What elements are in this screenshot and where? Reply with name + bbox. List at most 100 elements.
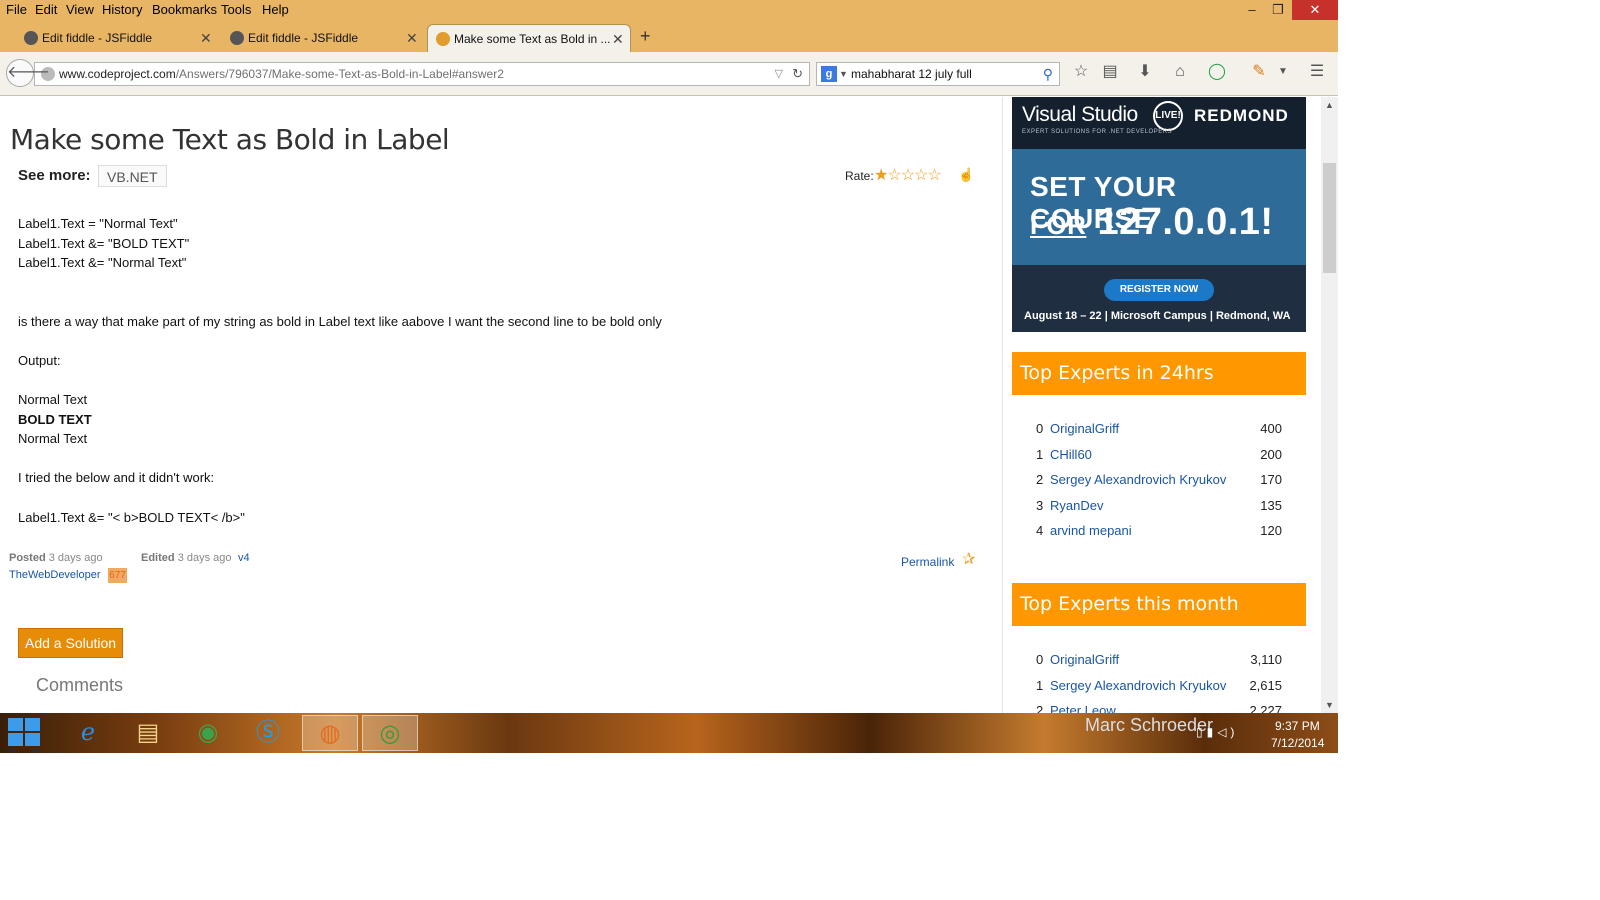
top-experts-24h-heading: Top Experts in 24hrs (1012, 352, 1306, 395)
url-host: www.codeproject.com (59, 67, 176, 81)
tab-close-icon[interactable]: ✕ (406, 24, 418, 52)
url-dropdown-icon[interactable]: ▽ (775, 63, 783, 85)
scrollbar-thumb[interactable] (1323, 163, 1336, 273)
system-tray-icons[interactable]: ▯▮◁) (1196, 725, 1238, 739)
page-content: Make some Text as Bold in Label See more… (0, 97, 1338, 713)
firefox-icon[interactable]: ◍ (302, 715, 358, 751)
vote-hand-icon[interactable]: ☝ (958, 167, 974, 183)
search-icon[interactable]: ⚲ (1043, 63, 1053, 85)
expert-rank: 0 (1036, 421, 1044, 436)
navigation-bar: www.codeproject.com/Answers/796037/Make-… (0, 52, 1338, 96)
chrome-icon[interactable]: ◉ (180, 715, 236, 751)
search-value: mahabharat 12 july full (851, 67, 972, 81)
see-more-label: See more: (18, 167, 91, 184)
expert-points: 200 (1260, 447, 1282, 462)
ad-for: FOR (1030, 210, 1087, 240)
menu-file[interactable]: File (6, 2, 27, 17)
clock-date[interactable]: 7/12/2014 (1271, 736, 1324, 750)
sync-icon[interactable]: ◯ (1206, 61, 1228, 83)
restore-button[interactable]: ❐ (1264, 0, 1292, 20)
tab-codeproject[interactable]: Make some Text as Bold in ... ✕ (427, 24, 631, 52)
rate-label: Rate: (845, 169, 874, 183)
star-icon[interactable]: ☆ (1070, 61, 1092, 83)
expert-rank: 0 (1036, 652, 1044, 667)
body-line: Label1.Text = "Normal Text" (18, 216, 178, 231)
expert-name-link[interactable]: arvind mepani (1050, 523, 1132, 538)
posted-meta: Posted 3 days ago (9, 552, 103, 564)
expert-row: 0 OriginalGriff 3,110 (1012, 652, 1306, 672)
menu-edit[interactable]: Edit (35, 2, 57, 17)
column-divider (1002, 97, 1003, 713)
version-link[interactable]: v4 (238, 552, 250, 564)
reload-icon[interactable]: ↻ (792, 63, 803, 85)
expert-points: 170 (1260, 472, 1282, 487)
tab-title: Edit fiddle - JSFiddle (248, 31, 359, 45)
expert-points: 400 (1260, 421, 1282, 436)
expert-name-link[interactable]: Sergey Alexandrovich Kryukov (1050, 678, 1226, 693)
back-button[interactable]: 🡐 (6, 59, 50, 87)
expert-name-link[interactable]: OriginalGriff (1050, 421, 1119, 436)
expert-row: 1 Sergey Alexandrovich Kryukov 2,615 (1012, 678, 1306, 698)
permalink-link[interactable]: Permalink (901, 555, 954, 569)
tab-title: Make some Text as Bold in ... (454, 32, 611, 46)
scroll-down-icon[interactable]: ▼ (1321, 697, 1338, 713)
jsfiddle-icon (230, 31, 244, 45)
minimize-button[interactable]: – (1238, 0, 1266, 20)
codeproject-icon (436, 32, 450, 46)
new-tab-button[interactable]: + (640, 26, 651, 47)
edited-label: Edited (141, 552, 175, 564)
download-icon[interactable]: ⬇ (1134, 61, 1156, 83)
body-line-bold: BOLD TEXT (18, 412, 92, 427)
skype-icon[interactable]: Ⓢ (240, 715, 296, 751)
expert-name-link[interactable]: OriginalGriff (1050, 652, 1119, 667)
menu-view[interactable]: View (66, 2, 94, 17)
advertisement-banner[interactable]: Visual Studio LIVE! REDMOND EXPERT SOLUT… (1012, 97, 1306, 332)
google-icon[interactable]: g (821, 66, 837, 82)
register-now-button[interactable]: REGISTER NOW (1104, 279, 1214, 301)
expert-name-link[interactable]: CHill60 (1050, 447, 1092, 462)
tag-vbnet[interactable]: VB.NET (98, 165, 167, 187)
tab-jsfiddle-1[interactable]: Edit fiddle - JSFiddle ✕ (16, 24, 216, 52)
rating-stars[interactable]: ★☆☆☆☆ (874, 165, 942, 185)
addon-icon[interactable]: ✎ (1248, 61, 1270, 83)
scroll-up-icon[interactable]: ▲ (1321, 97, 1338, 113)
body-line: Label1.Text &= "< b>BOLD TEXT< /b>" (18, 510, 245, 525)
expert-name-link[interactable]: Peter Leow (1050, 703, 1116, 713)
expert-rank: 4 (1036, 523, 1044, 538)
addon-dropdown-icon[interactable]: ▼ (1272, 61, 1294, 83)
ad-brand: Visual Studio (1022, 103, 1138, 126)
body-line: Label1.Text &= "Normal Text" (18, 255, 187, 270)
tab-jsfiddle-2[interactable]: Edit fiddle - JSFiddle ✕ (222, 24, 422, 52)
internet-explorer-icon[interactable]: ℯ (60, 715, 116, 751)
author-link[interactable]: TheWebDeveloper (9, 569, 101, 581)
tab-close-icon[interactable]: ✕ (200, 24, 212, 52)
body-line: Normal Text (18, 431, 88, 446)
network-app-icon[interactable]: ◎ (362, 715, 418, 751)
menu-icon[interactable]: ☰ (1306, 61, 1328, 83)
menu-help[interactable]: Help (262, 2, 289, 17)
question-article: Make some Text as Bold in Label See more… (0, 97, 1000, 713)
expert-rank: 3 (1036, 498, 1044, 513)
clock-time[interactable]: 9:37 PM (1275, 719, 1320, 733)
search-input[interactable]: g ▼ mahabharat 12 july full ⚲ (816, 62, 1060, 86)
engine-dropdown-icon[interactable]: ▼ (839, 63, 848, 85)
file-explorer-icon[interactable]: ▤ (120, 715, 176, 751)
tab-close-icon[interactable]: ✕ (612, 25, 624, 53)
tab-strip: Edit fiddle - JSFiddle ✕ Edit fiddle - J… (0, 21, 1338, 52)
ad-live-badge: LIVE! (1153, 101, 1183, 131)
start-button[interactable] (8, 718, 42, 748)
close-window-button[interactable]: ✕ (1292, 0, 1338, 20)
menu-tools[interactable]: Tools (221, 2, 251, 17)
home-icon[interactable]: ⌂ (1169, 61, 1191, 83)
menu-history[interactable]: History (102, 2, 142, 17)
body-line: Normal Text (18, 392, 88, 407)
add-solution-button[interactable]: Add a Solution (18, 628, 124, 658)
expert-name-link[interactable]: Sergey Alexandrovich Kryukov (1050, 472, 1226, 487)
url-bar[interactable]: www.codeproject.com/Answers/796037/Make-… (34, 62, 810, 86)
reading-list-icon[interactable]: ▤ (1099, 61, 1121, 83)
edited-meta: Edited 3 days ago (141, 552, 232, 564)
bookmark-star-icon[interactable]: ✰ (962, 549, 975, 569)
menu-bookmarks[interactable]: Bookmarks (152, 2, 217, 17)
expert-points: 3,110 (1250, 652, 1282, 667)
expert-name-link[interactable]: RyanDev (1050, 498, 1103, 513)
